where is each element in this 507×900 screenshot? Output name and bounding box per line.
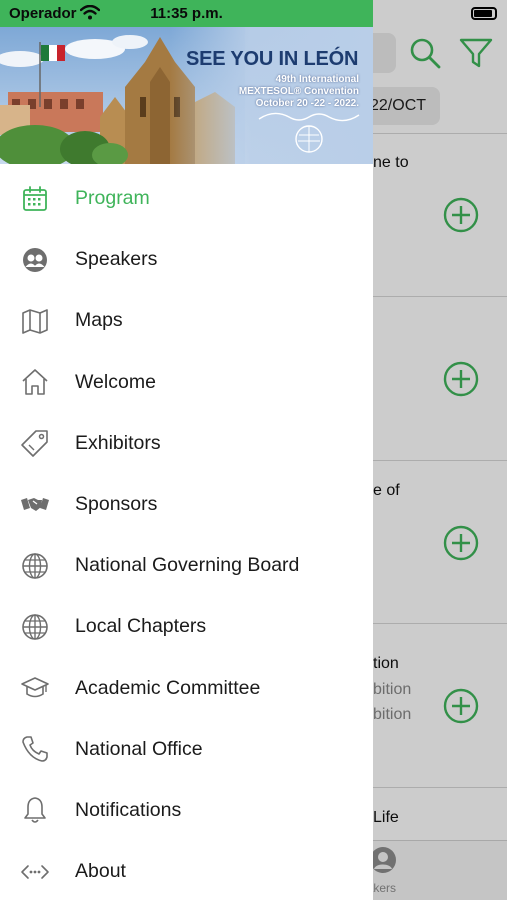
map-icon: [22, 309, 48, 334]
menu-label: Speakers: [75, 248, 158, 271]
menu-item-speakers[interactable]: Speakers: [0, 229, 373, 290]
menu-label: Exhibitors: [75, 431, 161, 454]
side-drawer: Operador 11:35 p.m. SEE YOU IN LEÓN 49th…: [0, 0, 373, 900]
handshake-icon: [21, 497, 49, 511]
graduation-cap-icon: [21, 677, 49, 698]
speakers-icon: [23, 247, 47, 272]
menu-item-exhibitors[interactable]: Exhibitors: [0, 413, 373, 474]
menu-item-national-office[interactable]: National Office: [0, 719, 373, 780]
menu-item-local-chapters[interactable]: Local Chapters: [0, 596, 373, 657]
menu-label: Academic Committee: [75, 676, 261, 699]
status-bar: Operador 11:35 p.m.: [0, 0, 373, 27]
banner-line-1: 49th International: [275, 74, 359, 85]
globe-icon: [22, 552, 48, 579]
menu-item-maps[interactable]: Maps: [0, 290, 373, 351]
menu-item-welcome[interactable]: Welcome: [0, 352, 373, 413]
convention-banner: SEE YOU IN LEÓN 49th International MEXTE…: [0, 27, 373, 164]
menu-item-notifications[interactable]: Notifications: [0, 780, 373, 841]
menu-label: Welcome: [75, 370, 156, 393]
menu-label: Maps: [75, 309, 123, 332]
banner-title: SEE YOU IN LEÓN: [186, 48, 359, 70]
menu-item-about[interactable]: About: [0, 841, 373, 900]
drawer-overlay[interactable]: [373, 0, 507, 900]
clock: 11:35 p.m.: [150, 5, 223, 22]
side-menu: Program Speakers Maps Welcome Exhibitors…: [0, 168, 373, 900]
menu-item-program[interactable]: Program: [0, 168, 373, 229]
home-icon: [22, 369, 48, 395]
menu-label: Local Chapters: [75, 615, 207, 638]
menu-label: National Office: [75, 737, 203, 760]
menu-label: National Governing Board: [75, 554, 300, 577]
menu-item-national-governing-board[interactable]: National Governing Board: [0, 535, 373, 596]
banner-line-2: MEXTESOL® Convention: [238, 86, 359, 97]
menu-label: Program: [75, 187, 150, 210]
code-icon: [21, 864, 49, 879]
phone-icon: [22, 736, 48, 763]
menu-label: About: [75, 860, 126, 883]
menu-label: Sponsors: [75, 493, 158, 516]
calendar-icon: [23, 185, 47, 211]
globe-icon: [22, 614, 48, 640]
menu-label: Notifications: [75, 798, 182, 821]
bell-icon: [24, 797, 46, 824]
menu-item-sponsors[interactable]: Sponsors: [0, 474, 373, 535]
ornament-icon: [258, 112, 360, 153]
menu-item-academic-committee[interactable]: Academic Committee: [0, 658, 373, 719]
tag-icon: [21, 430, 48, 458]
